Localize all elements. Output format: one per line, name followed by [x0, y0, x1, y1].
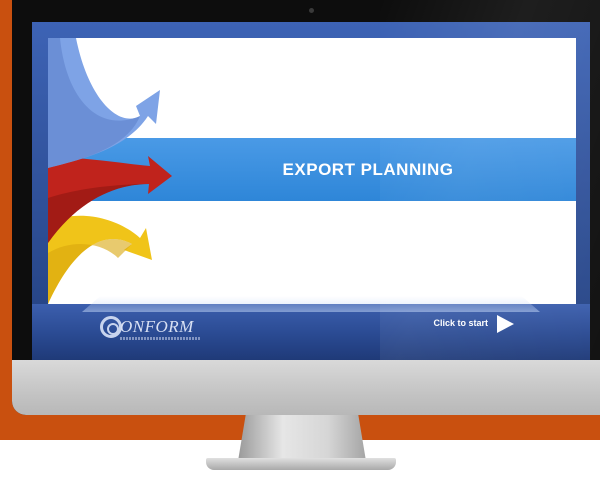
logo-text: ONFORM	[120, 317, 194, 336]
arrows-graphic	[48, 38, 172, 304]
player-shelf	[82, 296, 540, 312]
slide-title: EXPORT PLANNING	[282, 160, 454, 179]
play-icon[interactable]	[495, 314, 515, 334]
monitor-stand	[238, 415, 366, 461]
monitor-screen: EXPORT PLANNING ONFORM Click to start	[32, 22, 590, 360]
conform-logo: ONFORM	[100, 314, 200, 344]
page: EXPORT PLANNING ONFORM Click to start	[0, 0, 600, 480]
logo-tagline-line	[120, 337, 200, 340]
logo-ring-icon	[100, 316, 122, 338]
monitor-base	[206, 458, 396, 470]
camera-icon	[309, 8, 314, 13]
monitor-chin	[12, 360, 600, 415]
click-to-start-label[interactable]: Click to start	[418, 318, 488, 328]
slide-canvas[interactable]: EXPORT PLANNING	[48, 38, 576, 304]
